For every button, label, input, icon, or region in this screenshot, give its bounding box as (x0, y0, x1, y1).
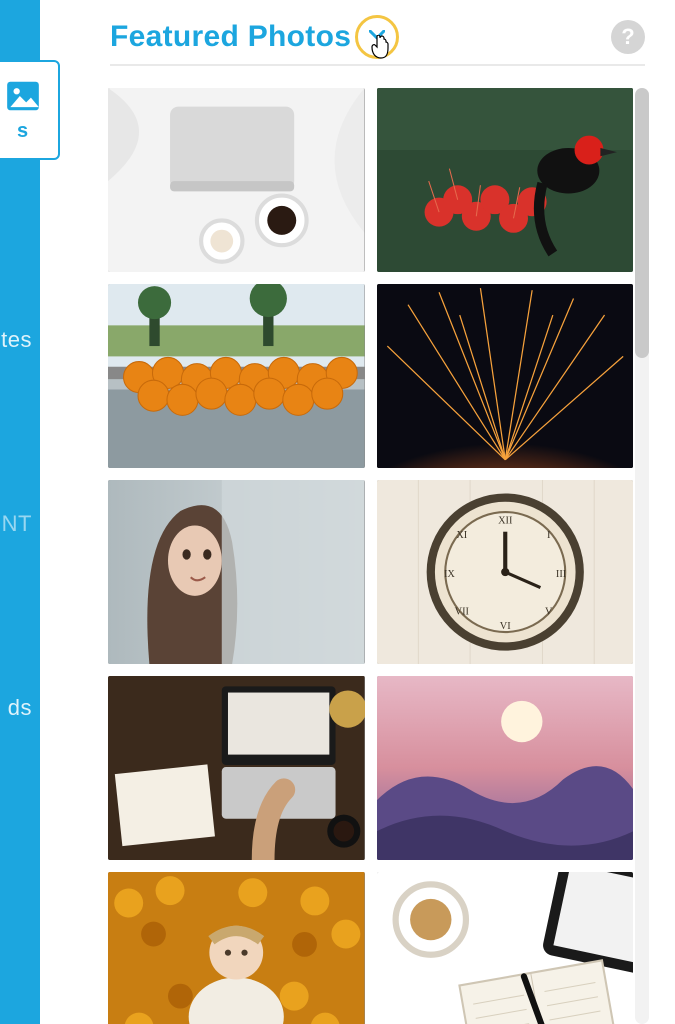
photo-laptop-coffee-bed[interactable] (108, 88, 365, 272)
photo-mountain-sunset-purple[interactable] (377, 676, 634, 860)
sidebar: s tes NT ds (0, 0, 40, 1024)
photo-wall-clock-roman[interactable]: XIIIIII VVIVII IXXI (377, 480, 634, 664)
svg-text:IX: IX (443, 569, 454, 580)
photo-baby-autumn-leaves[interactable] (108, 872, 365, 1024)
sidebar-item-label: ds (8, 695, 32, 721)
svg-text:XII: XII (498, 516, 513, 527)
sidebar-item-4[interactable] (0, 570, 40, 662)
sidebar-item-2[interactable] (0, 386, 40, 478)
photo-grid: XIIIIII VVIVII IXXI (108, 88, 651, 1024)
scrollbar-thumb[interactable] (635, 88, 649, 358)
category-dropdown[interactable] (355, 15, 399, 59)
sidebar-item-label: NT (2, 511, 32, 537)
chevron-down-icon (369, 27, 385, 45)
svg-text:V: V (544, 607, 552, 618)
sidebar-item-3[interactable]: NT (0, 478, 40, 570)
photo-tablet-coffee-notebook[interactable] (377, 872, 634, 1024)
sidebar-item-5[interactable]: ds (0, 662, 40, 754)
sidebar-item-0[interactable] (0, 202, 40, 294)
help-icon-glyph: ? (621, 24, 634, 50)
help-icon[interactable]: ? (611, 20, 645, 54)
photo-red-bird-flower[interactable] (377, 88, 634, 272)
photo-laptop-notebook-desk[interactable] (108, 676, 365, 860)
page-title: Featured Photos (110, 20, 351, 54)
page-header: Featured Photos ? (110, 10, 645, 66)
gallery-viewport: XIIIIII VVIVII IXXI (108, 88, 651, 1024)
photo-pumpkin-cart[interactable] (108, 284, 365, 468)
svg-text:XI: XI (456, 530, 467, 541)
sidebar-item-1[interactable]: tes (0, 294, 40, 386)
photo-woman-frosted-glass[interactable] (108, 480, 365, 664)
sidebar-active-tab[interactable]: s (0, 60, 60, 160)
svg-text:VI: VI (499, 621, 510, 632)
sidebar-item-label: tes (1, 327, 32, 353)
image-icon (3, 76, 43, 116)
sidebar-items: tes NT ds (0, 202, 40, 754)
sidebar-active-label: s (0, 120, 58, 143)
photo-fire-sparks[interactable] (377, 284, 634, 468)
svg-text:I: I (546, 530, 550, 541)
svg-text:VII: VII (454, 607, 469, 618)
svg-text:III: III (555, 569, 566, 580)
